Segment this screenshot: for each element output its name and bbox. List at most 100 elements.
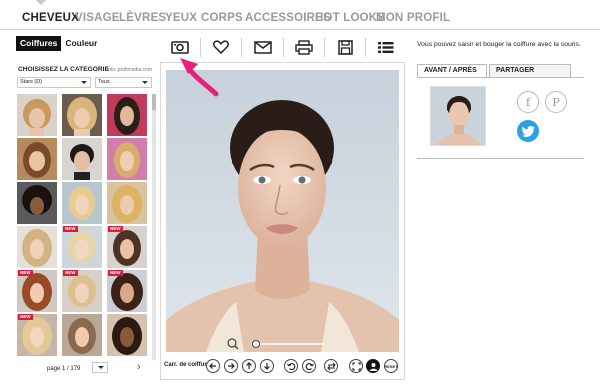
toolbar-divider xyxy=(241,38,242,57)
new-badge: NEW xyxy=(18,270,33,276)
twitter-button[interactable] xyxy=(517,120,539,142)
chevron-down-icon xyxy=(98,366,104,369)
list-icon xyxy=(378,41,394,53)
hairstyle-controls-label: Carr. de coiffure xyxy=(164,362,211,368)
expand-icon xyxy=(351,361,361,371)
new-badge: NEW xyxy=(63,226,78,232)
category-select-value: Stars (D) xyxy=(20,79,42,85)
thumbnail-scrollbar[interactable] xyxy=(152,94,156,360)
pinterest-button[interactable]: P xyxy=(545,91,567,113)
nav-item-cheveux[interactable]: CHEVEUX xyxy=(22,12,79,24)
nav-item-levres[interactable]: LÈVRES xyxy=(119,12,166,24)
active-caret xyxy=(36,0,46,5)
tab-divider xyxy=(417,77,584,78)
new-badge: NEW xyxy=(18,314,33,320)
reset-label: RESET xyxy=(384,363,398,369)
move-down-button[interactable] xyxy=(260,359,274,373)
nav-item-hot-looks[interactable]: HOT LOOKS xyxy=(315,12,385,24)
pointer-arrow-icon xyxy=(180,58,219,97)
save-button[interactable] xyxy=(329,36,361,58)
email-button[interactable] xyxy=(247,36,279,58)
twitter-icon xyxy=(521,125,534,137)
hairstyle-thumb[interactable] xyxy=(62,182,102,224)
hairstyle-grid: NEW NEW NEW NEW NEW NEW xyxy=(17,94,148,359)
resize-button[interactable] xyxy=(349,359,363,373)
hairstyle-thumb[interactable]: NEW xyxy=(17,314,57,356)
nav-item-corps[interactable]: CORPS xyxy=(201,12,243,24)
next-page-icon[interactable]: › xyxy=(137,361,141,373)
arrow-right-icon xyxy=(228,363,235,369)
rotate-left-icon xyxy=(286,362,295,370)
nav-item-mon-profil[interactable]: MON PROFIL xyxy=(376,12,450,24)
flip-button[interactable] xyxy=(324,359,338,373)
print-button[interactable] xyxy=(288,36,320,58)
facebook-button[interactable]: f xyxy=(517,91,539,113)
hairstyle-thumb[interactable] xyxy=(17,138,57,180)
tab-couleur[interactable]: Couleur xyxy=(61,36,101,51)
zoom-icon[interactable] xyxy=(227,338,239,350)
new-badge: NEW xyxy=(63,270,78,276)
arrow-down-icon xyxy=(264,363,270,370)
chevron-down-icon xyxy=(142,81,148,84)
hairstyle-thumb[interactable] xyxy=(107,314,147,356)
move-up-button[interactable] xyxy=(242,359,256,373)
hairstyle-thumb[interactable]: NEW xyxy=(107,270,147,312)
hairstyle-thumb[interactable]: NEW xyxy=(62,226,102,268)
save-icon xyxy=(337,39,353,55)
profile-toggle-button[interactable] xyxy=(366,359,380,373)
tab-before-after[interactable]: AVANT / APRÈS xyxy=(417,64,487,78)
toolbar-divider xyxy=(324,38,325,57)
page-select[interactable] xyxy=(92,362,108,373)
before-after-thumbnail[interactable] xyxy=(430,86,486,146)
person-icon xyxy=(369,362,377,371)
top-navigation: CHEVEUX VISAGE LÈVRES YEUX CORPS ACCESSO… xyxy=(0,0,600,30)
hairstyle-thumb[interactable] xyxy=(17,226,57,268)
left-tabs: Coiffures Couleur xyxy=(16,36,101,51)
zoom-control xyxy=(226,337,336,350)
filter-select[interactable]: Tous xyxy=(95,77,152,88)
print-icon xyxy=(295,39,313,55)
hairstyle-thumb[interactable]: NEW xyxy=(17,270,57,312)
reset-button[interactable]: RESET xyxy=(384,359,398,373)
hairstyle-thumb[interactable]: NEW xyxy=(107,226,147,268)
pinterest-icon: P xyxy=(552,95,560,109)
mail-icon xyxy=(254,40,272,54)
hairstyle-thumb[interactable] xyxy=(62,138,102,180)
right-panel-divider xyxy=(417,158,584,159)
category-label: CHOISISSEZ LA CATEGORIE xyxy=(18,66,109,73)
flip-icon xyxy=(326,362,336,370)
model-face-image xyxy=(166,70,399,352)
model-photo[interactable] xyxy=(166,70,399,352)
move-left-button[interactable] xyxy=(206,359,220,373)
pager-text: page 1 / 179 xyxy=(47,366,81,372)
toolbar-divider xyxy=(365,38,366,57)
zoom-slider-handle[interactable] xyxy=(252,340,260,348)
scrollbar-thumb[interactable] xyxy=(152,94,156,110)
rotate-right-icon xyxy=(305,362,314,370)
toolbar-divider xyxy=(283,38,284,57)
facebook-icon: f xyxy=(525,95,531,109)
list-button[interactable] xyxy=(370,36,402,58)
hairstyle-thumb[interactable] xyxy=(62,94,102,136)
rotate-left-button[interactable] xyxy=(284,359,298,373)
hairstyle-thumb[interactable] xyxy=(107,138,147,180)
nav-item-yeux[interactable]: YEUX xyxy=(165,12,197,24)
filter-select-value: Tous xyxy=(98,79,110,85)
arrow-left-icon xyxy=(209,363,216,369)
hairstyle-thumb[interactable] xyxy=(107,94,147,136)
hairstyle-thumb[interactable]: NEW xyxy=(62,270,102,312)
move-right-button[interactable] xyxy=(224,359,238,373)
tab-share[interactable]: PARTAGER xyxy=(489,64,571,78)
category-select[interactable]: Stars (D) xyxy=(17,77,91,88)
tab-coiffures[interactable]: Coiffures xyxy=(16,36,62,51)
hairstyle-thumb[interactable] xyxy=(17,94,57,136)
new-badge: NEW xyxy=(108,226,123,232)
chevron-down-icon xyxy=(81,81,87,84)
new-badge: NEW xyxy=(108,270,123,276)
rotate-right-button[interactable] xyxy=(302,359,316,373)
hairstyle-thumb[interactable] xyxy=(17,182,57,224)
hairstyle-thumb[interactable] xyxy=(107,182,147,224)
nav-item-visage[interactable]: VISAGE xyxy=(75,12,120,24)
hairstyle-thumb[interactable] xyxy=(62,314,102,356)
photo-credit: foto: profimedia.com xyxy=(106,67,152,73)
